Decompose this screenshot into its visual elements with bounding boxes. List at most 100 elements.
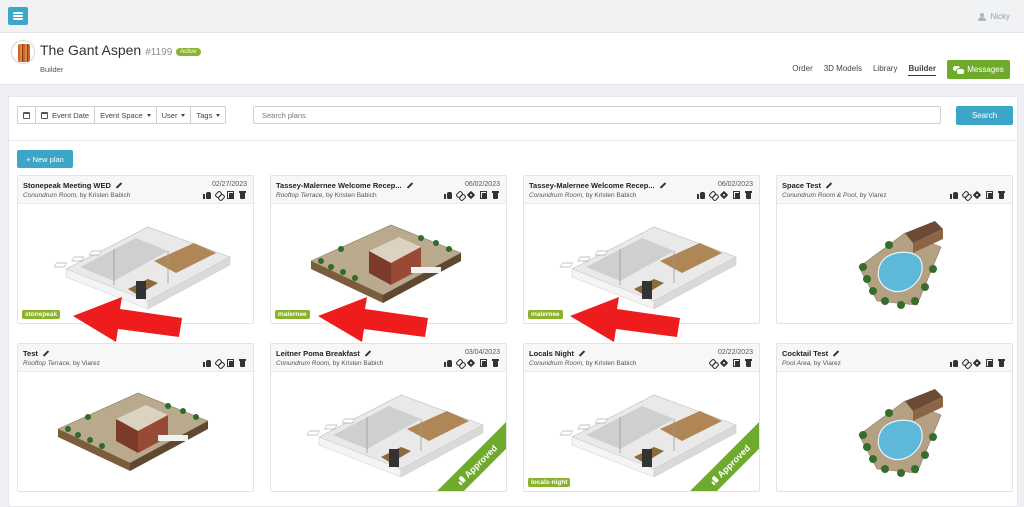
copy-icon[interactable] bbox=[733, 359, 741, 367]
plan-title[interactable]: Stonepeak Meeting WED bbox=[23, 181, 122, 190]
plan-location: Conundrum Room, by Kristen Babich bbox=[276, 360, 383, 367]
plan-tag[interactable]: malernee bbox=[275, 310, 310, 319]
plan-thumbnail[interactable] bbox=[18, 205, 253, 323]
tags-icon[interactable] bbox=[721, 191, 729, 199]
plan-card[interactable]: Stonepeak Meeting WED 02/27/2023 Conundr… bbox=[17, 175, 254, 324]
plan-card[interactable]: Tassey-Malernee Welcome Recep... 06/02/2… bbox=[523, 175, 760, 324]
event-space-filter[interactable]: Event Space bbox=[95, 107, 157, 123]
pencil-icon[interactable] bbox=[659, 182, 666, 189]
nav-order[interactable]: Order bbox=[792, 64, 812, 76]
plan-tag[interactable]: malernee bbox=[528, 310, 563, 319]
link-icon[interactable] bbox=[215, 191, 223, 199]
plan-title[interactable]: Space Test bbox=[782, 181, 832, 190]
plan-thumbnail[interactable] bbox=[18, 373, 253, 491]
thumbs-up-icon[interactable] bbox=[203, 359, 211, 367]
thumbs-up-icon[interactable] bbox=[950, 359, 958, 367]
new-plan-button[interactable]: + New plan bbox=[17, 150, 73, 168]
plan-room: Conundrum Room & Pool, bbox=[782, 192, 858, 199]
link-icon[interactable] bbox=[456, 191, 464, 199]
plan-title-text: Cocktail Test bbox=[782, 349, 829, 358]
tags-icon[interactable] bbox=[468, 191, 476, 199]
user-filter[interactable]: User bbox=[157, 107, 192, 123]
tags-icon[interactable] bbox=[721, 359, 729, 367]
trash-icon[interactable] bbox=[745, 191, 753, 199]
pencil-icon[interactable] bbox=[406, 182, 413, 189]
trash-icon[interactable] bbox=[998, 191, 1006, 199]
plan-thumbnail[interactable] bbox=[777, 373, 1012, 491]
calendar-button[interactable] bbox=[18, 107, 36, 123]
pencil-icon[interactable] bbox=[42, 350, 49, 357]
tags-icon[interactable] bbox=[974, 359, 982, 367]
plan-tag[interactable]: stonepeak bbox=[22, 310, 61, 319]
link-icon[interactable] bbox=[709, 359, 717, 367]
copy-icon[interactable] bbox=[480, 191, 488, 199]
plan-card[interactable]: Space Test Conundrum Room & Pool, by Via… bbox=[776, 175, 1013, 324]
trash-icon[interactable] bbox=[492, 359, 500, 367]
copy-icon[interactable] bbox=[227, 359, 235, 367]
search-button[interactable]: Search bbox=[956, 106, 1013, 125]
plan-room: Conundrum Room, bbox=[23, 192, 78, 199]
pencil-icon[interactable] bbox=[825, 182, 832, 189]
tags-icon[interactable] bbox=[468, 359, 476, 367]
plan-card[interactable]: Test Rooftop Terrace, by Viarez bbox=[17, 343, 254, 492]
plan-title-text: Tassey-Malernee Welcome Recep... bbox=[529, 181, 655, 190]
trash-icon[interactable] bbox=[239, 191, 247, 199]
nav-builder[interactable]: Builder bbox=[908, 64, 936, 76]
pencil-icon[interactable] bbox=[578, 350, 585, 357]
hamburger-menu-button[interactable] bbox=[8, 7, 28, 25]
plan-title[interactable]: Locals Night bbox=[529, 349, 585, 358]
pencil-icon[interactable] bbox=[832, 350, 839, 357]
plan-title[interactable]: Cocktail Test bbox=[782, 349, 839, 358]
plan-title[interactable]: Tassey-Malernee Welcome Recep... bbox=[276, 181, 413, 190]
plan-thumbnail[interactable] bbox=[271, 205, 506, 323]
plan-title-text: Test bbox=[23, 349, 38, 358]
plan-actions bbox=[203, 359, 247, 367]
plan-card-header: Cocktail Test Pool Area, by Viarez bbox=[777, 344, 1012, 372]
link-icon[interactable] bbox=[215, 359, 223, 367]
trash-icon[interactable] bbox=[745, 359, 753, 367]
pencil-icon[interactable] bbox=[115, 182, 122, 189]
trash-icon[interactable] bbox=[239, 359, 247, 367]
plan-thumbnail[interactable] bbox=[777, 205, 1012, 323]
copy-icon[interactable] bbox=[227, 191, 235, 199]
copy-icon[interactable] bbox=[733, 191, 741, 199]
link-icon[interactable] bbox=[456, 359, 464, 367]
user-menu[interactable]: Nicky bbox=[978, 12, 1010, 21]
messages-button[interactable]: Messages bbox=[947, 60, 1010, 79]
thumbs-up-icon[interactable] bbox=[203, 191, 211, 199]
thumbs-up-icon[interactable] bbox=[697, 191, 705, 199]
copy-icon[interactable] bbox=[986, 359, 994, 367]
plan-actions bbox=[950, 191, 1006, 199]
user-icon bbox=[978, 12, 987, 21]
copy-icon[interactable] bbox=[986, 191, 994, 199]
plan-thumbnail[interactable] bbox=[524, 205, 759, 323]
tags-filter[interactable]: Tags bbox=[191, 107, 225, 123]
thumbs-up-icon[interactable] bbox=[444, 359, 452, 367]
nav-3d-models[interactable]: 3D Models bbox=[824, 64, 862, 76]
copy-icon[interactable] bbox=[480, 359, 488, 367]
nav-library[interactable]: Library bbox=[873, 64, 897, 76]
plan-location: Rooftop Terrace, by Kristen Babich bbox=[276, 192, 377, 199]
plan-title-text: Stonepeak Meeting WED bbox=[23, 181, 111, 190]
plan-card[interactable]: Tassey-Malernee Welcome Recep... 06/02/2… bbox=[270, 175, 507, 324]
plan-card[interactable]: Cocktail Test Pool Area, by Viarez bbox=[776, 343, 1013, 492]
link-icon[interactable] bbox=[962, 359, 970, 367]
event-date-filter[interactable]: Event Date bbox=[36, 107, 96, 123]
plan-tag[interactable]: locals-night bbox=[528, 478, 571, 487]
plan-title[interactable]: Leitner Poma Breakfast bbox=[276, 349, 371, 358]
plan-card[interactable]: Locals Night 02/22/2023 Conundrum Room, … bbox=[523, 343, 760, 492]
plan-title[interactable]: Tassey-Malernee Welcome Recep... bbox=[529, 181, 666, 190]
plan-card[interactable]: Leitner Poma Breakfast 03/04/2023 Conund… bbox=[270, 343, 507, 492]
link-icon[interactable] bbox=[962, 191, 970, 199]
trash-icon[interactable] bbox=[998, 359, 1006, 367]
plan-title-text: Tassey-Malernee Welcome Recep... bbox=[276, 181, 402, 190]
tags-icon[interactable] bbox=[974, 191, 982, 199]
search-input[interactable] bbox=[253, 106, 941, 124]
plan-date: 02/22/2023 bbox=[717, 349, 753, 356]
link-icon[interactable] bbox=[709, 191, 717, 199]
thumbs-up-icon[interactable] bbox=[444, 191, 452, 199]
plan-title[interactable]: Test bbox=[23, 349, 49, 358]
thumbs-up-icon[interactable] bbox=[950, 191, 958, 199]
trash-icon[interactable] bbox=[492, 191, 500, 199]
pencil-icon[interactable] bbox=[364, 350, 371, 357]
